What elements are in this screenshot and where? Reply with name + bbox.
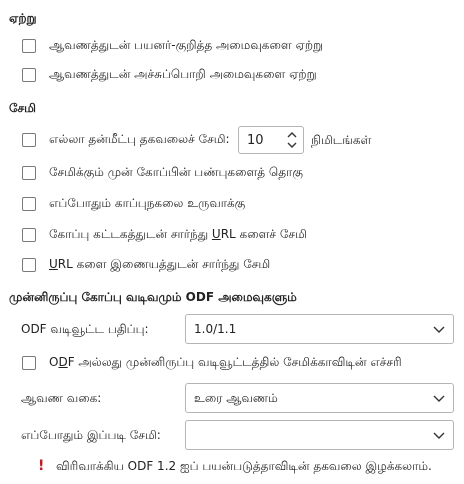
warn-not-odf-label: ODF அல்லது முன்னிருப்பு வடிவூட்டத்தில் ச…	[49, 355, 402, 369]
backup-copy-checkbox[interactable]	[22, 197, 36, 211]
relative-filesystem-option[interactable]: கோப்பு கட்டகத்துடன் சார்ந்து URL களைச் ச…	[22, 225, 307, 245]
load-printer-settings-option[interactable]: ஆவணத்துடன் அச்சுப்பொறி அமைவுகளை ஏற்று	[22, 65, 317, 85]
load-section-title: ஏற்று	[9, 11, 37, 25]
relative-filesystem-label: கோப்பு கட்டகத்துடன் சார்ந்து URL களைச் ச…	[49, 227, 307, 241]
warn-not-odf-option[interactable]: ODF அல்லது முன்னிருப்பு வடிவூட்டத்தில் ச…	[22, 353, 402, 373]
chevron-down-icon	[433, 326, 445, 333]
backup-copy-option[interactable]: எப்போதும் காப்புநகலை உருவாக்கு	[22, 194, 245, 214]
autorecovery-minutes-value[interactable]: 10	[247, 133, 264, 148]
odf-section-title: முன்னிருப்பு கோப்பு வடிவமும் ODF அமைவுகள…	[9, 290, 297, 304]
autorecovery-checkbox[interactable]	[22, 133, 36, 147]
odf-version-label: ODF வடிவூட்ட பதிப்பு:	[21, 322, 149, 336]
load-user-settings-label: ஆவணத்துடன் பயனர்-குறித்த அமைவுகளை ஏற்று	[49, 38, 324, 52]
relative-internet-checkbox[interactable]	[22, 258, 36, 272]
relative-internet-label: URL களை இணையத்துடன் சார்ந்து சேமி	[49, 257, 271, 271]
backup-copy-label: எப்போதும் காப்புநகலை உருவாக்கு	[49, 196, 246, 210]
chevron-down-icon	[433, 395, 445, 402]
autorecovery-minutes-spinbox[interactable]: 10	[238, 126, 304, 154]
warning-icon: !	[38, 458, 45, 474]
edit-properties-label: சேமிக்கும் முன் கோப்பின் பண்புகளைத் தொகு	[49, 165, 303, 179]
load-user-settings-checkbox[interactable]	[22, 39, 36, 53]
chevron-down-icon	[433, 432, 445, 439]
always-save-as-dropdown[interactable]	[185, 420, 454, 450]
spin-arrows-icon[interactable]	[285, 129, 299, 151]
document-type-dropdown[interactable]: உரை ஆவணம்	[185, 383, 454, 413]
edit-properties-checkbox[interactable]	[22, 166, 36, 180]
load-printer-settings-checkbox[interactable]	[22, 68, 36, 82]
warn-not-odf-checkbox[interactable]	[22, 356, 36, 370]
edit-properties-option[interactable]: சேமிக்கும் முன் கோப்பின் பண்புகளைத் தொகு	[22, 163, 303, 183]
autorecovery-label: எல்லா தன்மீட்பு தகவலைச் சேமி:	[49, 132, 230, 146]
always-save-as-label: எப்போதும் இப்படி சேமி:	[21, 428, 161, 442]
autorecovery-option[interactable]: எல்லா தன்மீட்பு தகவலைச் சேமி:	[22, 130, 230, 150]
load-user-settings-option[interactable]: ஆவணத்துடன் பயனர்-குறித்த அமைவுகளை ஏற்று	[22, 36, 323, 56]
save-section-title: சேமி	[9, 101, 36, 115]
odf-version-value: 1.0/1.1	[194, 322, 237, 336]
load-printer-settings-label: ஆவணத்துடன் அச்சுப்பொறி அமைவுகளை ஏற்று	[49, 67, 317, 81]
relative-internet-option[interactable]: URL களை இணையத்துடன் சார்ந்து சேமி	[22, 255, 270, 275]
odf-version-dropdown[interactable]: 1.0/1.1	[185, 314, 454, 344]
warning-text: விரிவாக்கிய ODF 1.2 ஐப் பயன்படுத்தாவிடின…	[56, 459, 432, 473]
document-type-label: ஆவண வகை:	[21, 391, 102, 405]
relative-filesystem-checkbox[interactable]	[22, 228, 36, 242]
autorecovery-unit: நிமிடங்கள்	[311, 133, 372, 147]
document-type-value: உரை ஆவணம்	[194, 391, 278, 405]
